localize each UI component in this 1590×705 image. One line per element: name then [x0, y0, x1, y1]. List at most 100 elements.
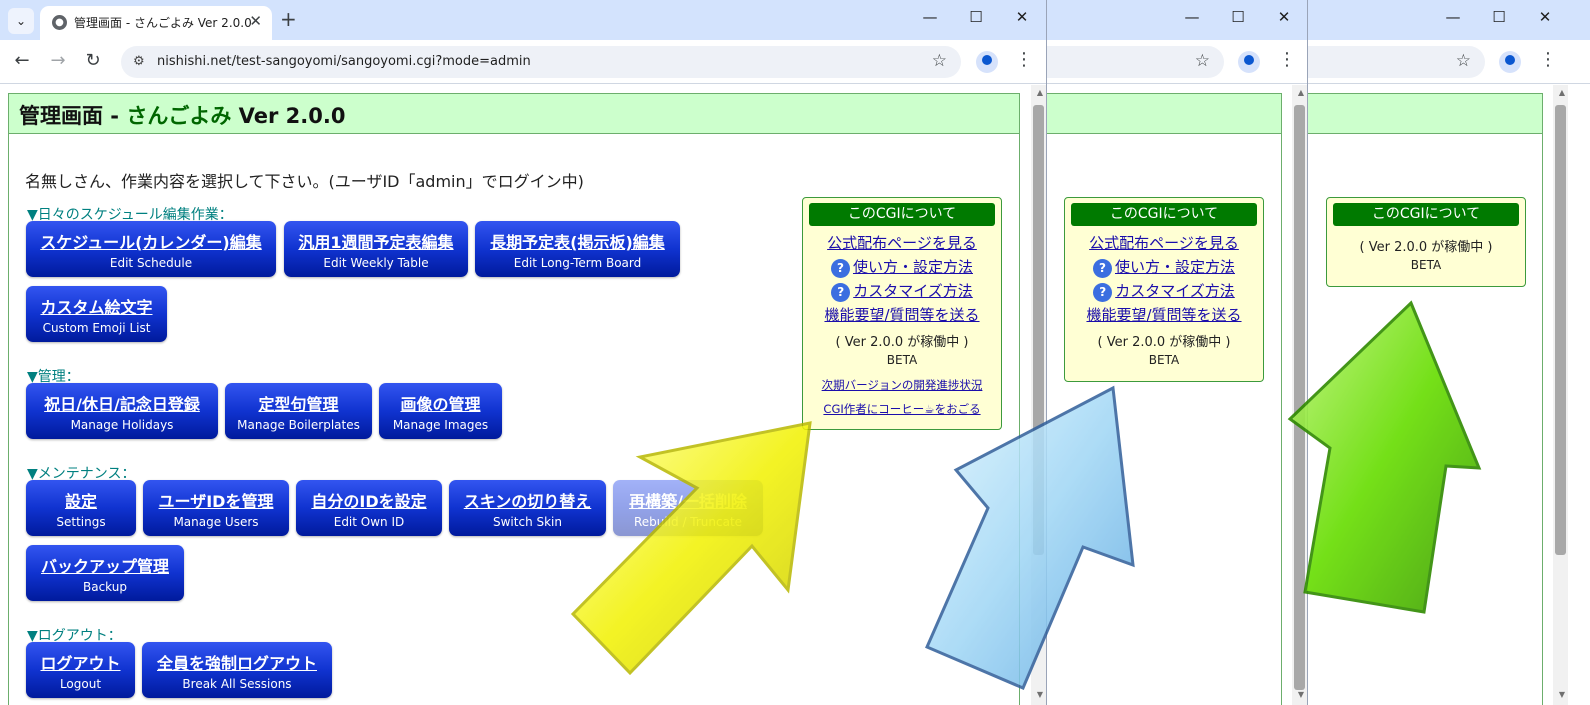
address-bar[interactable]: ⚙ nishishi.net/test-sangoyomi/sangoyomi.…: [121, 46, 961, 78]
custom-emoji-button[interactable]: カスタム絵文字 Custom Emoji List: [26, 286, 167, 342]
edit-longterm-button[interactable]: 長期予定表(掲示板)編集 Edit Long-Term Board: [475, 221, 680, 277]
rebuild-truncate-button[interactable]: 再構築/一括削除 Rebuild / Truncate: [613, 480, 763, 536]
kebab-menu-icon[interactable]: ⋮: [1539, 49, 1557, 70]
button-label-en: Manage Boilerplates: [237, 418, 360, 432]
usage-link[interactable]: ? 使い方・設定方法: [1065, 255, 1263, 279]
edit-schedule-button[interactable]: スケジュール(カレンダー)編集 Edit Schedule: [26, 221, 276, 277]
switch-skin-button[interactable]: スキンの切り替え Switch Skin: [449, 480, 606, 536]
feedback-link[interactable]: 機能要望/質問等を送る: [1065, 303, 1263, 327]
minimize-icon[interactable]: —: [1180, 8, 1204, 26]
button-label-ja: ユーザIDを管理: [158, 492, 274, 511]
close-icon[interactable]: ✕: [1010, 8, 1034, 26]
scroll-up-icon[interactable]: ▲: [1037, 88, 1043, 97]
page-scrollbar[interactable]: ▲ ▼: [1031, 85, 1046, 705]
button-label-ja: 設定: [64, 492, 97, 511]
break-sessions-button[interactable]: 全員を強制ログアウト Break All Sessions: [142, 642, 332, 698]
scroll-up-icon[interactable]: ▲: [1559, 88, 1565, 97]
minimize-icon[interactable]: —: [918, 8, 942, 26]
tab-list-button[interactable]: ⌄: [8, 8, 34, 34]
usage-link[interactable]: ? 使い方・設定方法: [803, 255, 1001, 279]
plus-icon[interactable]: +: [280, 7, 297, 31]
chevron-down-icon: ⌄: [15, 14, 27, 28]
button-label-ja: スケジュール(カレンダー)編集: [40, 233, 262, 252]
page-scrollbar[interactable]: ▲ ▼: [1292, 85, 1307, 705]
close-icon[interactable]: ✕: [1533, 8, 1557, 26]
button-label-ja: 長期予定表(掲示板)編集: [490, 233, 665, 252]
close-icon[interactable]: ✕: [249, 12, 262, 30]
dev-progress-link[interactable]: 次期バージョンの開発進捗状況: [803, 373, 1001, 397]
customize-link[interactable]: ? カスタマイズ方法: [803, 279, 1001, 303]
feedback-link[interactable]: 機能要望/質問等を送る: [803, 303, 1001, 327]
button-label-ja: 定型句管理: [258, 395, 339, 414]
edit-own-id-button[interactable]: 自分のIDを設定 Edit Own ID: [296, 480, 442, 536]
close-icon[interactable]: ✕: [1272, 8, 1296, 26]
button-label-ja: ログアウト: [40, 654, 121, 673]
button-label-en: Logout: [59, 677, 102, 691]
scroll-thumb[interactable]: [1294, 105, 1305, 690]
profile-icon[interactable]: [976, 51, 998, 73]
button-label-ja: スキンの切り替え: [463, 492, 592, 511]
about-cgi-box: このCGIについて 公式配布ページを見る ? 使い方・設定方法 ? カスタマイズ方法…: [802, 197, 1002, 430]
address-bar[interactable]: ☆: [1308, 46, 1485, 78]
backup-button[interactable]: バックアップ管理 Backup: [26, 545, 184, 601]
kebab-menu-icon[interactable]: ⋮: [1278, 49, 1296, 70]
tab-strip: — ☐ ✕: [1308, 0, 1590, 40]
admin-panel-partial: このCGIについて 公式配布ページを見る ? 使い方・設定方法 ? カスタマイズ方法…: [1047, 93, 1282, 705]
about-box-heading: このCGIについて: [1333, 203, 1519, 226]
scroll-down-icon[interactable]: ▼: [1037, 690, 1043, 699]
scroll-up-icon[interactable]: ▲: [1298, 88, 1304, 97]
button-label-en: Manage Users: [173, 515, 259, 529]
buy-coffee-link[interactable]: CGI作者にコーヒー☕をおごる: [803, 397, 1001, 421]
manage-images-button[interactable]: 画像の管理 Manage Images: [379, 383, 502, 439]
star-icon[interactable]: ☆: [932, 51, 947, 71]
browser-toolbar: ← → ↻ ⚙ nishishi.net/test-sangoyomi/sang…: [0, 40, 1046, 84]
button-label-ja: 全員を強制ログアウト: [156, 654, 317, 673]
beta-label: BETA: [1148, 353, 1180, 367]
browser-toolbar: ☆ ⋮: [1308, 40, 1590, 84]
edit-weekly-button[interactable]: 汎用1週間予定表編集 Edit Weekly Table: [284, 221, 468, 277]
customize-link-label: カスタマイズ方法: [853, 282, 973, 300]
address-bar[interactable]: ☆: [1047, 46, 1224, 78]
welcome-message: 名無しさん、作業内容を選択して下さい。(ユーザID「admin」でログイン中): [25, 172, 584, 191]
arrow-right-icon[interactable]: →: [46, 50, 70, 71]
browser-window-third: — ☐ ✕ ☆ ⋮ このCGIについて ( Ver 2.0.0 が稼働中 ) B…: [1307, 0, 1590, 705]
scroll-down-icon[interactable]: ▼: [1298, 690, 1304, 699]
profile-icon[interactable]: [1238, 51, 1260, 73]
settings-button[interactable]: 設定 Settings: [26, 480, 136, 536]
manage-holidays-button[interactable]: 祝日/休日/記念日登録 Manage Holidays: [26, 383, 218, 439]
kebab-menu-icon[interactable]: ⋮: [1015, 49, 1033, 70]
reload-icon[interactable]: ↻: [81, 50, 105, 71]
version-status: ( Ver 2.0.0 が稼働中 ): [1359, 240, 1493, 255]
scroll-down-icon[interactable]: ▼: [1559, 690, 1565, 699]
official-page-link[interactable]: 公式配布ページを見る: [803, 231, 1001, 255]
browser-tab[interactable]: ● 管理画面 - さんごよみ Ver 2.0.0 ✕: [40, 6, 272, 40]
site-info-icon[interactable]: ⚙: [133, 54, 145, 69]
page-viewport: 管理画面 - さんごよみ Ver 2.0.0 名無しさん、作業内容を選択して下さ…: [0, 85, 1046, 705]
maximize-icon[interactable]: ☐: [1487, 8, 1511, 26]
title-app-name: さんごよみ: [126, 104, 232, 128]
about-box-heading: このCGIについて: [809, 203, 995, 226]
button-label-en: Edit Own ID: [333, 515, 405, 529]
button-label-ja: 自分のIDを設定: [311, 492, 427, 511]
scroll-thumb[interactable]: [1555, 105, 1566, 555]
star-icon[interactable]: ☆: [1195, 51, 1210, 71]
minimize-icon[interactable]: —: [1441, 8, 1465, 26]
help-icon: ?: [1092, 259, 1112, 278]
page-scrollbar[interactable]: ▲ ▼: [1553, 85, 1568, 705]
customize-link[interactable]: ? カスタマイズ方法: [1065, 279, 1263, 303]
profile-icon[interactable]: [1499, 51, 1521, 73]
manage-boilerplates-button[interactable]: 定型句管理 Manage Boilerplates: [225, 383, 372, 439]
star-icon[interactable]: ☆: [1456, 51, 1471, 71]
about-box-heading: このCGIについて: [1071, 203, 1257, 226]
official-page-link[interactable]: 公式配布ページを見る: [1065, 231, 1263, 255]
url-text[interactable]: nishishi.net/test-sangoyomi/sangoyomi.cg…: [157, 54, 531, 69]
scroll-thumb[interactable]: [1033, 105, 1044, 555]
admin-panel: 管理画面 - さんごよみ Ver 2.0.0 名無しさん、作業内容を選択して下さ…: [8, 93, 1020, 705]
beta-label: BETA: [886, 353, 918, 367]
arrow-left-icon[interactable]: ←: [10, 50, 34, 71]
logout-button[interactable]: ログアウト Logout: [26, 642, 135, 698]
manage-users-button[interactable]: ユーザIDを管理 Manage Users: [143, 480, 289, 536]
maximize-icon[interactable]: ☐: [1226, 8, 1250, 26]
button-label-en: Edit Long-Term Board: [513, 256, 642, 270]
maximize-icon[interactable]: ☐: [964, 8, 988, 26]
